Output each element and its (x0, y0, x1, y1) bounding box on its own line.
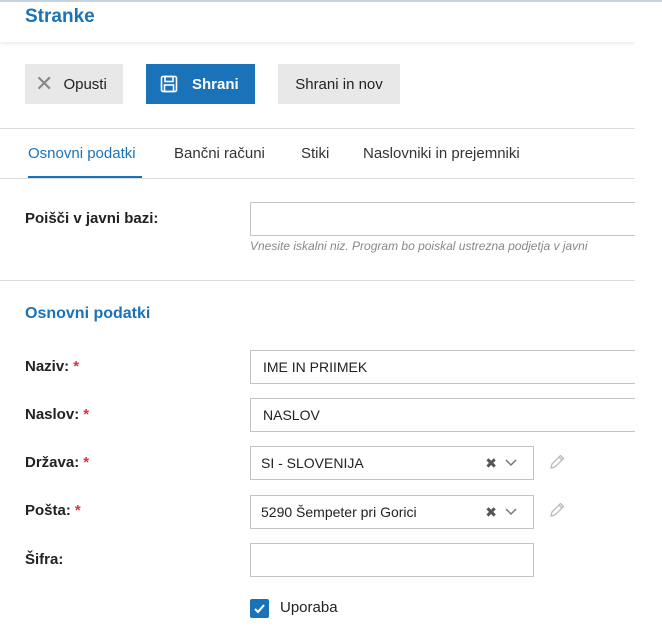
save-button-label: Shrani (192, 75, 239, 93)
required-marker: * (83, 406, 90, 423)
uporaba-label: Uporaba (280, 599, 338, 616)
save-icon (160, 75, 178, 93)
naziv-label-text: Naziv: (25, 358, 70, 375)
tab-stiki[interactable]: Stiki (301, 145, 329, 162)
check-icon (254, 604, 265, 614)
required-marker: * (83, 454, 90, 471)
page-title: Stranke (25, 6, 95, 27)
naslov-label-text: Naslov: (25, 406, 80, 423)
search-hint: Vnesite iskalni niz. Program bo poiskal … (250, 239, 588, 253)
cancel-button-label: Opusti (63, 75, 107, 93)
chevron-down-icon[interactable] (505, 456, 517, 470)
tab-naslovniki-in-prejemniki[interactable]: Naslovniki in prejemniki (363, 145, 520, 162)
public-search-input[interactable] (250, 202, 635, 236)
chevron-down-icon[interactable] (505, 505, 517, 519)
header: Stranke (0, 0, 635, 42)
tab-bar: Osnovni podatki Bančni računi Stiki Nasl… (0, 129, 635, 179)
drzava-select[interactable]: SI - SLOVENIJA ✖ (250, 446, 534, 480)
page: Stranke ✕ Opusti Shrani Shrani in nov Os… (0, 0, 635, 636)
save-and-new-button[interactable]: Shrani in nov (278, 64, 400, 104)
naslov-field[interactable]: NASLOV (250, 398, 635, 432)
page-gutter (635, 0, 662, 636)
divider (0, 178, 635, 179)
posta-select[interactable]: 5290 Šempeter pri Gorici ✖ (250, 495, 534, 529)
clear-icon[interactable]: ✖ (485, 504, 497, 521)
posta-label: Pošta: * (25, 502, 81, 519)
naslov-label: Naslov: * (25, 406, 89, 423)
required-marker: * (73, 358, 80, 375)
naziv-field[interactable]: IME IN PRIIMEK (250, 350, 635, 384)
cancel-button[interactable]: ✕ Opusti (25, 64, 123, 104)
sifra-label: Šifra: (25, 551, 64, 568)
drzava-value: SI - SLOVENIJA (261, 455, 364, 471)
naziv-label: Naziv: * (25, 358, 79, 375)
uporaba-checkbox[interactable] (250, 599, 269, 618)
required-marker: * (74, 502, 81, 519)
clear-icon[interactable]: ✖ (485, 455, 497, 472)
section-title: Osnovni podatki (25, 305, 151, 322)
search-label: Poišči v javni bazi: (25, 210, 159, 227)
drzava-label: Država: * (25, 454, 89, 471)
save-button[interactable]: Shrani (146, 64, 255, 104)
top-border (0, 0, 662, 2)
posta-label-text: Pošta: (25, 502, 71, 519)
drzava-label-text: Država: (25, 454, 80, 471)
pencil-icon[interactable] (548, 453, 566, 471)
sifra-field[interactable] (250, 543, 534, 577)
posta-value: 5290 Šempeter pri Gorici (261, 504, 417, 520)
tab-osnovni-podatki[interactable]: Osnovni podatki (28, 145, 136, 162)
divider (0, 280, 635, 281)
close-icon: ✕ (35, 71, 54, 96)
tab-bancni-racuni[interactable]: Bančni računi (174, 145, 265, 162)
save-and-new-button-label: Shrani in nov (295, 75, 383, 93)
pencil-icon[interactable] (548, 501, 566, 519)
